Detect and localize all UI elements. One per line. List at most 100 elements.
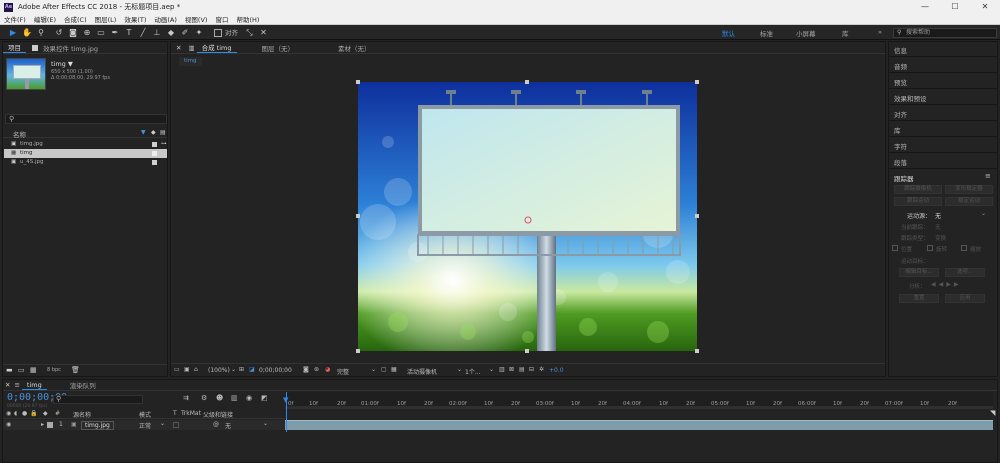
draft-3d-icon[interactable]: ⚙ <box>201 394 207 402</box>
col-mode[interactable]: 模式 <box>139 410 151 419</box>
region-of-interest-icon[interactable]: ▣ <box>184 366 190 373</box>
menu-layer[interactable]: 图层(L) <box>91 14 121 24</box>
options-button[interactable]: 选项... <box>945 268 985 277</box>
current-track-dropdown[interactable]: 无 <box>935 223 941 231</box>
3d-view-dropdown[interactable]: 活动摄像机 <box>407 367 437 376</box>
project-file-row[interactable]: ▣ timg.jpg ⊶ <box>4 140 167 149</box>
new-composition-icon[interactable]: ▦ <box>30 366 37 374</box>
project-col-name[interactable]: 名称 <box>13 129 26 139</box>
apply-button[interactable]: 应用 <box>945 294 985 303</box>
frame-blending-icon[interactable]: ▥ <box>231 394 238 402</box>
pan-behind-tool-icon[interactable]: ⊕ <box>82 27 93 38</box>
chevron-down-icon[interactable]: ⌄ <box>457 366 462 373</box>
search-help-input[interactable]: ⚲ 搜索帮助 <box>893 28 997 38</box>
label-color-swatch[interactable] <box>152 160 157 165</box>
chevron-down-icon[interactable]: ⌄ <box>371 366 376 373</box>
reset-button[interactable]: 重置 <box>899 294 939 303</box>
comp-mini-flowchart-icon[interactable]: ⇉ <box>183 394 189 402</box>
scale-checkbox[interactable] <box>961 245 967 251</box>
type-tool-icon[interactable]: T <box>124 27 135 38</box>
zoom-tool-icon[interactable]: ⚲ <box>36 27 47 38</box>
project-file-row-selected[interactable]: ▦ timg <box>4 149 167 158</box>
layer-duration-bar[interactable] <box>285 420 993 430</box>
tab-render-queue[interactable]: 渲染队列 <box>65 380 101 390</box>
menu-file[interactable]: 文件(F) <box>0 14 30 24</box>
panel-tracker[interactable]: 跟踪器 <box>894 173 914 183</box>
panel-info[interactable]: 信息 <box>894 45 907 55</box>
eraser-tool-icon[interactable]: ◆ <box>166 27 177 38</box>
hand-tool-icon[interactable]: ✋ <box>22 27 33 38</box>
reset-exposure-icon[interactable]: ✲ <box>539 366 544 373</box>
target-region-icon[interactable]: ▢ <box>381 366 387 373</box>
bounding-box-handle[interactable] <box>356 80 360 84</box>
panel-align[interactable]: 对齐 <box>894 109 907 119</box>
menu-view[interactable]: 视图(V) <box>181 14 212 24</box>
shy-layers-icon[interactable]: ☻ <box>216 394 223 402</box>
bounding-box-handle[interactable] <box>356 349 360 353</box>
workspace-standard[interactable]: 标准 <box>760 28 773 38</box>
label-column-icon[interactable]: ◆ <box>151 129 156 136</box>
sort-arrow-icon[interactable]: ▼ <box>141 129 146 136</box>
panel-preview[interactable]: 预览 <box>894 77 907 87</box>
tab-project[interactable]: 项目 <box>3 42 26 53</box>
bounding-box-handle[interactable] <box>356 214 360 218</box>
viewer-close-icon[interactable]: ✕ <box>171 44 186 52</box>
puppet-tool-icon[interactable]: ✦ <box>194 27 205 38</box>
tab-layer[interactable]: 图层（无） <box>257 43 300 53</box>
bounding-box-handle[interactable] <box>695 214 699 218</box>
interpret-footage-icon[interactable]: ▬ <box>6 366 13 374</box>
toggle-pixel-aspect-icon[interactable]: ▥ <box>499 366 505 373</box>
toggle-mask-icon[interactable]: ⌂ <box>194 366 198 373</box>
menu-composition[interactable]: 合成(C) <box>60 14 91 24</box>
chevron-down-icon[interactable]: ⌄ <box>489 366 494 373</box>
show-snapshot-icon[interactable]: ⊛ <box>314 366 319 373</box>
track-type-dropdown[interactable]: 变换 <box>935 234 946 242</box>
comp-flowchart-tab[interactable]: timg <box>179 57 202 66</box>
panel-effects-presets[interactable]: 效果和预设 <box>894 93 927 103</box>
panel-paragraph[interactable]: 段落 <box>894 157 907 167</box>
menu-edit[interactable]: 编辑(E) <box>30 14 60 24</box>
tab-effect-controls[interactable]: 效果控件 timg.jpg <box>38 43 103 53</box>
roto-brush-tool-icon[interactable]: ✐ <box>180 27 191 38</box>
grid-icon[interactable]: ⊞ <box>239 366 244 373</box>
bounding-box-handle[interactable] <box>525 80 529 84</box>
new-folder-icon[interactable]: ▭ <box>18 366 25 374</box>
close-button[interactable]: ✕ <box>970 0 1000 14</box>
tab-footage[interactable]: 素材（无） <box>333 43 376 53</box>
workspace-library[interactable]: 库 <box>842 28 849 38</box>
workspace-default[interactable]: 默认 <box>722 28 735 38</box>
edit-target-button[interactable]: 编辑目标... <box>899 268 939 277</box>
bounding-box-handle[interactable] <box>695 80 699 84</box>
project-search-input[interactable]: ⚲ <box>5 114 167 124</box>
tab-composition[interactable]: 合成 timg <box>196 42 237 53</box>
magnification-dropdown[interactable]: (100%) <box>208 367 230 374</box>
panel-character[interactable]: 字符 <box>894 141 907 151</box>
motion-blur-icon[interactable]: ◉ <box>246 394 252 402</box>
composition-canvas[interactable] <box>358 82 697 351</box>
view-layout-dropdown[interactable]: 1个... <box>465 367 481 376</box>
layer-video-toggle-icon[interactable]: ◉ <box>6 421 11 428</box>
tab-timeline-comp[interactable]: timg <box>21 381 47 390</box>
chevron-down-icon[interactable]: ⌄ <box>160 420 165 427</box>
col-t[interactable]: T <box>173 410 177 417</box>
channel-icon[interactable]: ◕ <box>325 366 330 373</box>
label-color-swatch[interactable] <box>152 142 157 147</box>
always-preview-icon[interactable]: ▭ <box>174 366 180 373</box>
bounding-box-handle[interactable] <box>695 349 699 353</box>
chevron-down-icon[interactable]: ⌄ <box>231 366 236 373</box>
selection-tool-icon[interactable]: ▶ <box>8 27 19 38</box>
timeline-search-input[interactable]: ⚲ <box>53 395 143 404</box>
panel-menu-icon[interactable]: ≡ <box>985 172 991 180</box>
flowchart-icon[interactable]: ⊟ <box>529 366 534 373</box>
snap-option-icon[interactable]: ⤡ <box>244 27 255 38</box>
current-time-display[interactable]: 0;00;00;00 <box>259 367 292 374</box>
resolution-dropdown[interactable]: 完整 <box>337 367 349 376</box>
layer-mode-dropdown[interactable]: 正常 <box>139 421 151 430</box>
layer-parent-dropdown[interactable]: 无 <box>225 421 231 430</box>
transparency-grid-icon[interactable]: ▦ <box>391 366 397 373</box>
workspace-more[interactable]: » <box>878 28 882 36</box>
position-checkbox[interactable] <box>892 245 898 251</box>
exposure-value[interactable]: +0.0 <box>549 367 564 374</box>
workspace-small-screen[interactable]: 小屏幕 <box>796 28 816 38</box>
rotation-checkbox[interactable] <box>927 245 933 251</box>
